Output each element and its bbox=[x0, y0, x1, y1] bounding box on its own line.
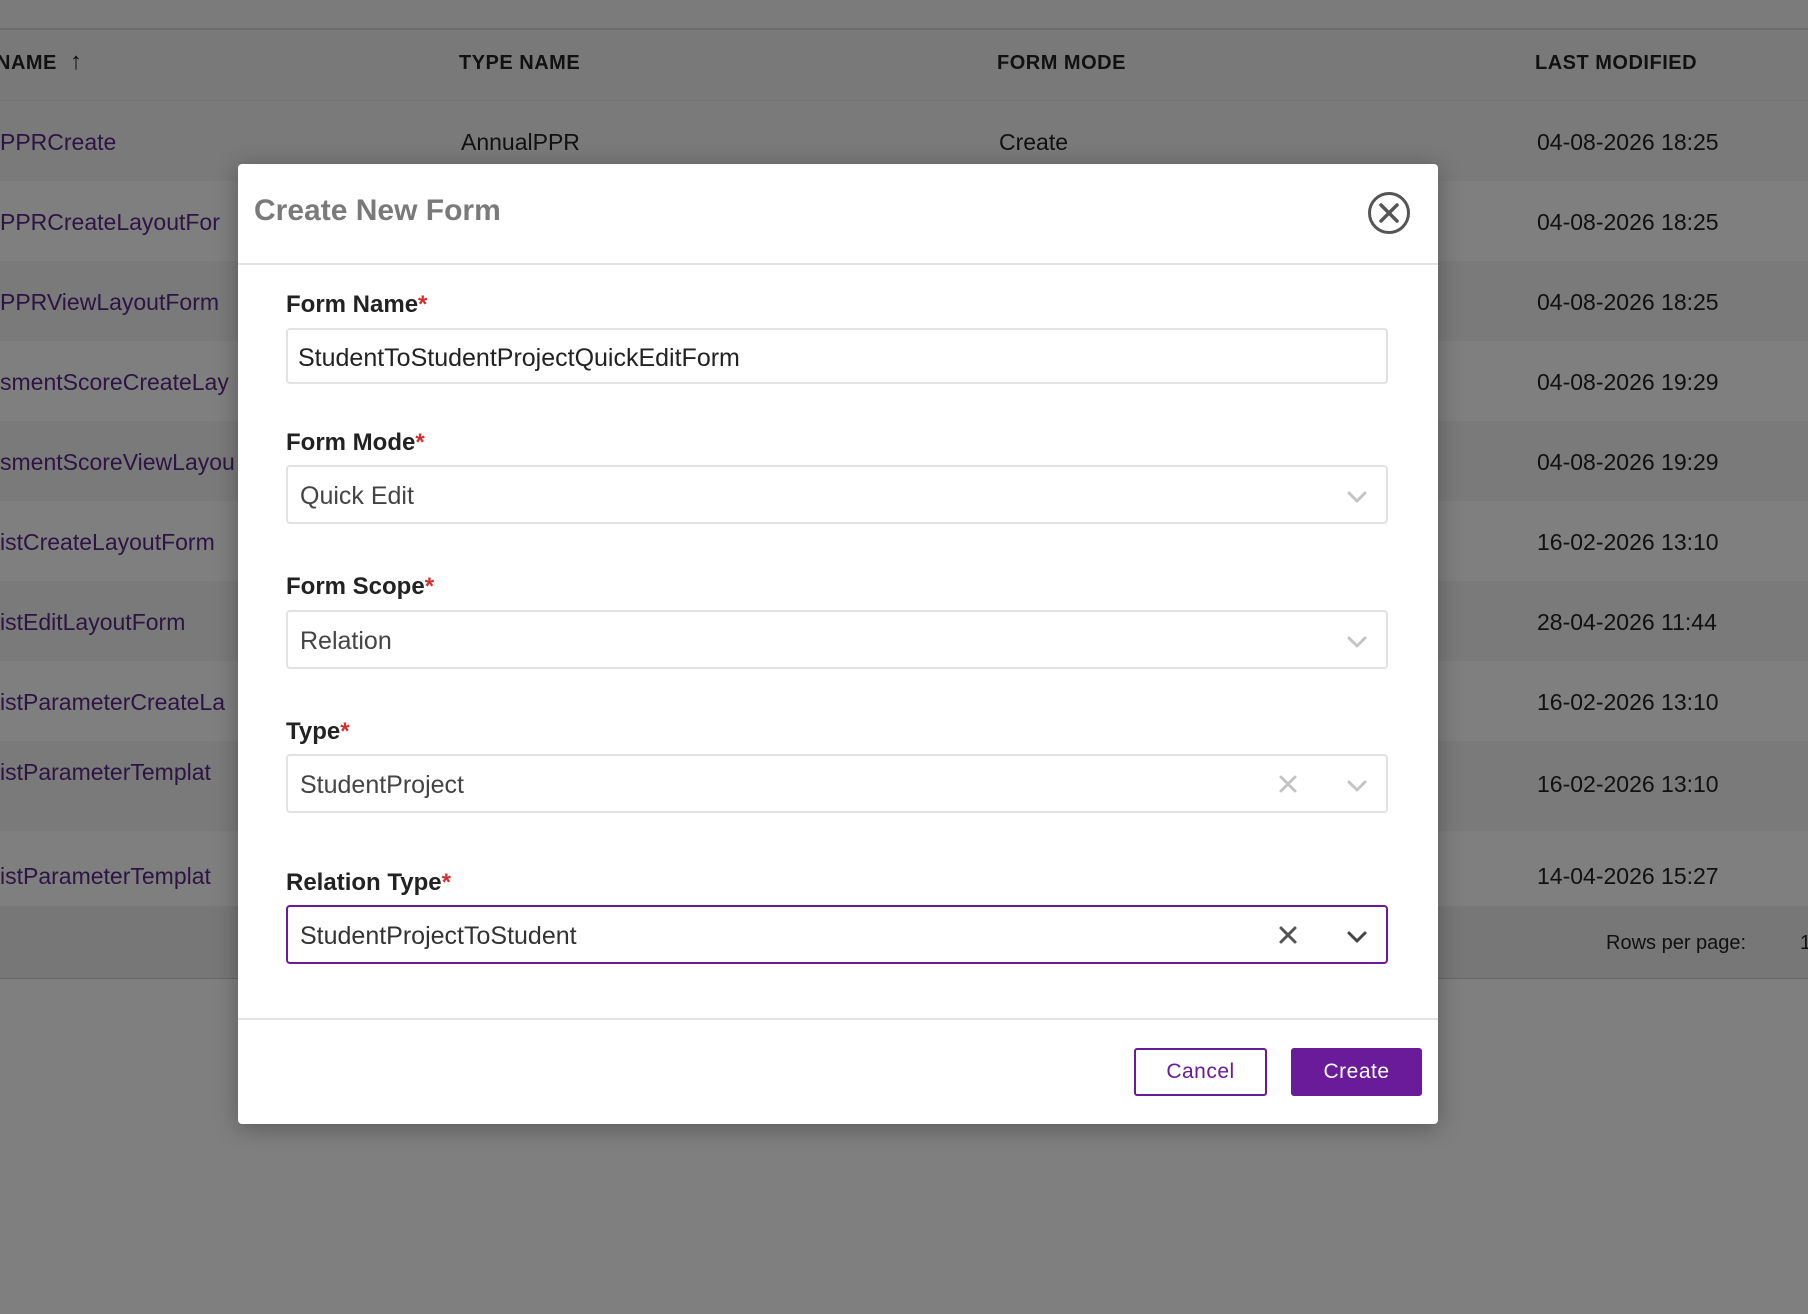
form-name-label-text: Form Name bbox=[286, 291, 419, 318]
required-asterisk: * bbox=[441, 869, 451, 896]
type-label: Type* bbox=[286, 718, 350, 746]
chevron-down-icon[interactable] bbox=[1346, 775, 1368, 797]
form-mode-select[interactable]: Quick Edit bbox=[286, 465, 1388, 524]
relation-type-label-text: Relation Type bbox=[286, 869, 442, 896]
form-mode-label: Form Mode* bbox=[286, 429, 425, 457]
required-asterisk: * bbox=[415, 429, 425, 456]
chevron-down-icon[interactable] bbox=[1346, 486, 1368, 508]
relation-type-select[interactable]: StudentProjectToStudent bbox=[286, 905, 1388, 964]
type-value: StudentProject bbox=[300, 771, 464, 799]
close-circle-icon bbox=[1368, 192, 1410, 234]
clear-icon[interactable] bbox=[1276, 772, 1300, 796]
type-select[interactable]: StudentProject bbox=[286, 754, 1388, 813]
required-asterisk: * bbox=[340, 718, 350, 745]
chevron-down-icon[interactable] bbox=[1346, 926, 1368, 948]
clear-icon[interactable] bbox=[1276, 923, 1300, 947]
type-label-text: Type bbox=[286, 718, 341, 745]
relation-type-label: Relation Type* bbox=[286, 869, 451, 897]
form-mode-label-text: Form Mode bbox=[286, 429, 416, 456]
required-asterisk: * bbox=[418, 291, 428, 318]
form-scope-value: Relation bbox=[300, 627, 392, 655]
dialog-footer-divider bbox=[238, 1018, 1438, 1020]
form-name-label: Form Name* bbox=[286, 291, 427, 319]
cancel-button[interactable]: Cancel bbox=[1134, 1048, 1267, 1096]
chevron-down-icon[interactable] bbox=[1346, 631, 1368, 653]
create-new-form-dialog: Create New Form Form Name* StudentToStud… bbox=[238, 164, 1438, 1124]
close-button[interactable] bbox=[1367, 191, 1411, 235]
form-name-value: StudentToStudentProjectQuickEditForm bbox=[298, 344, 740, 372]
form-scope-label-text: Form Scope bbox=[286, 573, 425, 600]
required-asterisk: * bbox=[424, 573, 435, 600]
form-name-input[interactable]: StudentToStudentProjectQuickEditForm bbox=[286, 328, 1388, 384]
dialog-title: Create New Form bbox=[254, 194, 501, 227]
dialog-header: Create New Form bbox=[238, 164, 1438, 265]
create-button[interactable]: Create bbox=[1291, 1048, 1422, 1096]
form-scope-label: Form Scope* bbox=[286, 573, 434, 601]
form-mode-value: Quick Edit bbox=[300, 482, 414, 510]
relation-type-value: StudentProjectToStudent bbox=[300, 922, 577, 950]
form-scope-select[interactable]: Relation bbox=[286, 610, 1388, 669]
